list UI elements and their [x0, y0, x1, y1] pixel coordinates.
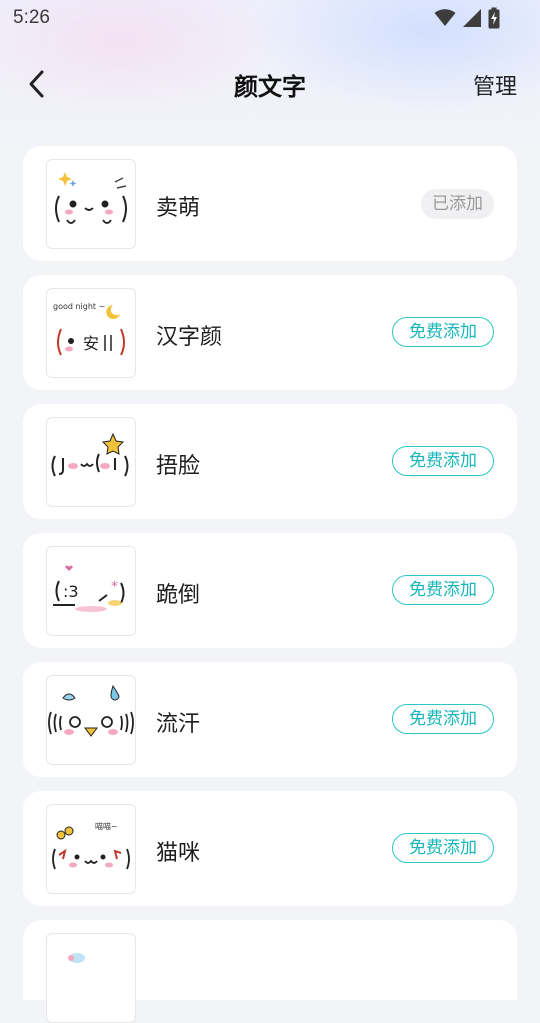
status-time: 5:26 — [13, 7, 50, 28]
cute-face-thumbnail — [55, 172, 127, 224]
cat-thumbnail: 喵喵~ — [52, 822, 130, 870]
list-item[interactable]: good night ~ 安 汉字颜 免费添加 — [23, 275, 517, 390]
free-add-button[interactable]: 免费添加 — [392, 833, 494, 863]
pack-name: 跪倒 — [156, 583, 201, 608]
good-night-text: good night ~ — [53, 302, 105, 311]
pack-name: 汉字颜 — [156, 325, 223, 350]
manage-button[interactable]: 管理 — [473, 69, 517, 101]
pack-thumbnail — [46, 417, 136, 507]
list-item[interactable]: 流汗 免费添加 — [23, 662, 517, 777]
hanzi-face-thumbnail: good night ~ 安 — [53, 302, 125, 356]
emoticon-pack-list: 卖萌 已添加 good night ~ 安 汉字颜 免费添加 捂脸 免费添加:… — [23, 146, 517, 920]
list-item[interactable]: 喵喵~ 猫咪 免费添加 — [23, 791, 517, 906]
free-add-button[interactable]: 免费添加 — [392, 575, 494, 605]
face-palm-thumbnail — [51, 432, 129, 477]
added-button[interactable]: 已添加 — [421, 189, 494, 219]
free-add-button[interactable]: 免费添加 — [392, 317, 494, 347]
svg-text:喵喵~: 喵喵~ — [95, 822, 118, 831]
battery-charging-icon — [488, 7, 500, 29]
free-add-button[interactable]: 免费添加 — [392, 704, 494, 734]
sweat-thumbnail — [48, 684, 134, 737]
status-bar: 5:26 — [0, 0, 540, 36]
kneel-thumbnail: :3 * — [53, 565, 125, 612]
pack-thumbnail: 喵喵~ — [46, 804, 136, 894]
hanzi-face-char: 安 — [83, 334, 99, 353]
status-icons — [434, 7, 500, 29]
list-item-partial[interactable] — [23, 920, 517, 1023]
list-item[interactable]: :3 * 跪倒 免费添加 — [23, 533, 517, 648]
free-add-button[interactable]: 免费添加 — [392, 446, 494, 476]
list-item[interactable]: 卖萌 已添加 — [23, 146, 517, 261]
pack-name: 捂脸 — [156, 454, 201, 479]
pack-thumbnail: :3 * — [46, 546, 136, 636]
wifi-icon — [434, 9, 456, 26]
pack-thumbnail — [46, 675, 136, 765]
pack-name: 猫咪 — [156, 841, 201, 866]
page-title: 颜文字 — [234, 73, 306, 101]
pack-thumbnail — [46, 933, 136, 1023]
pack-name: 卖萌 — [156, 196, 201, 221]
navigation-bar: 颜文字 管理 — [0, 56, 540, 112]
svg-text::3: :3 — [63, 582, 79, 601]
cellular-signal-icon — [463, 9, 481, 27]
pack-name: 流汗 — [156, 712, 201, 737]
pack-thumbnail: good night ~ 安 — [46, 288, 136, 378]
partial-thumbnail — [68, 953, 85, 963]
pack-thumbnail — [46, 159, 136, 249]
svg-text:*: * — [111, 579, 118, 595]
list-item[interactable]: 捂脸 免费添加 — [23, 404, 517, 519]
